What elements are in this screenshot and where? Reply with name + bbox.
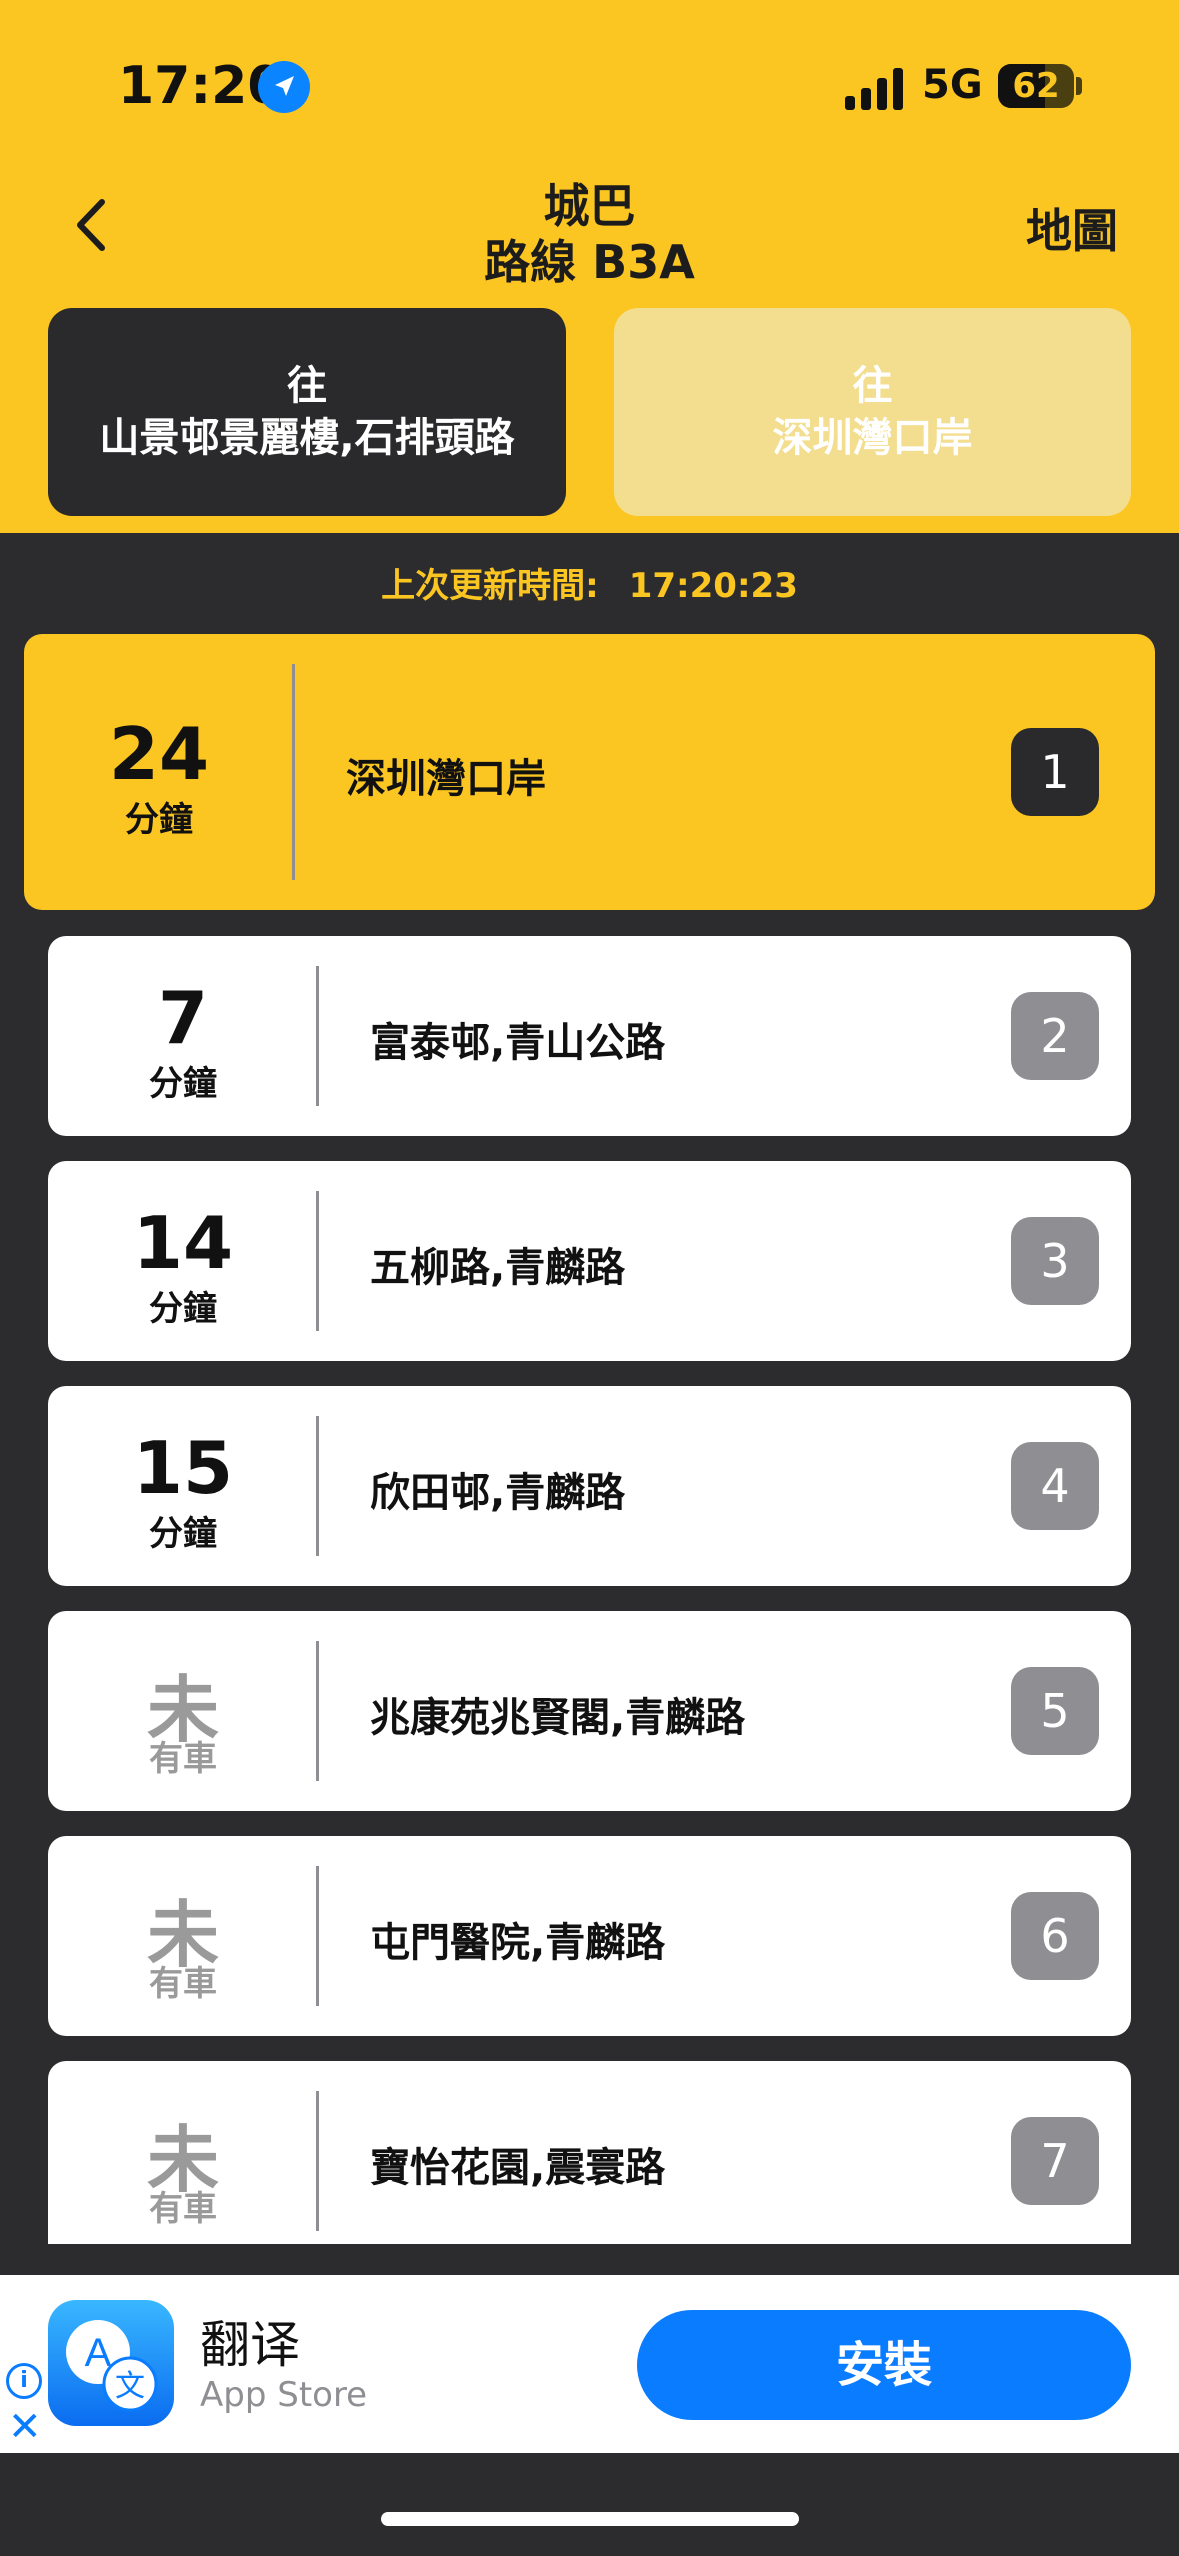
stop-name: 屯門醫院,青麟路 <box>370 1920 666 1966</box>
eta-block: 15 分鐘 <box>48 1386 318 1586</box>
eta-minutes: 7 <box>157 976 209 1060</box>
last-updated-time: 17:20:23 <box>628 566 798 606</box>
divider <box>316 1641 319 1781</box>
eta-unit: 分鐘 <box>125 800 193 840</box>
home-indicator[interactable] <box>381 2512 799 2526</box>
stop-name: 富泰邨,青山公路 <box>370 1020 666 1066</box>
ad-close-icon[interactable]: ✕ <box>8 2407 42 2447</box>
divider <box>292 664 295 880</box>
stop-row-7[interactable]: 未 有車 寶怡花園,震寰路 7 <box>48 2061 1131 2244</box>
svg-text:文: 文 <box>115 2369 145 2404</box>
eta-minutes: 15 <box>132 1426 234 1510</box>
divider <box>316 2091 319 2231</box>
stop-sequence-badge: 4 <box>1011 1442 1099 1530</box>
ad-banner[interactable]: A 文 翻译 App Store 安裝 i ✕ <box>0 2275 1179 2453</box>
map-button[interactable]: 地圖 <box>1026 195 1118 261</box>
direction-destination: 深圳灣口岸 <box>772 415 973 461</box>
battery-icon: 62 <box>998 64 1074 108</box>
direction-prefix: 往 <box>852 363 893 409</box>
eta-unit: 分鐘 <box>149 1289 217 1329</box>
last-updated: 上次更新時間: 17:20:23 <box>0 558 1179 607</box>
stop-name: 兆康苑兆賢閣,青麟路 <box>370 1695 746 1741</box>
eta-unit: 有車 <box>149 2189 217 2229</box>
battery-level: 62 <box>1012 66 1060 106</box>
direction-destination: 山景邨景麗樓,石排頭路 <box>99 415 515 461</box>
ad-store-label: App Store <box>200 2375 368 2415</box>
eta-unit: 有車 <box>149 1739 217 1779</box>
translate-app-icon[interactable]: A 文 <box>48 2300 174 2426</box>
eta-block: 24 分鐘 <box>24 634 294 910</box>
stop-sequence-badge: 7 <box>1011 2117 1099 2205</box>
stop-row-2[interactable]: 7 分鐘 富泰邨,青山公路 2 <box>48 936 1131 1136</box>
direction-tab-1[interactable]: 往 山景邨景麗樓,石排頭路 <box>48 308 566 516</box>
direction-prefix: 往 <box>287 363 327 409</box>
eta-unit: 分鐘 <box>149 1514 217 1554</box>
stop-sequence-badge: 6 <box>1011 1892 1099 1980</box>
stop-name: 深圳灣口岸 <box>346 756 546 802</box>
network-type: 5G <box>922 62 983 108</box>
eta-block: 未 有車 <box>48 2061 318 2244</box>
cellular-signal-icon <box>845 64 907 110</box>
stop-name: 寶怡花園,震寰路 <box>370 2145 666 2191</box>
header-area: 17:20 5G 62 城巴 路線 B3A 地圖 往 山景邨景麗樓,石排頭路 往… <box>0 0 1179 533</box>
stop-row-1[interactable]: 24 分鐘 深圳灣口岸 1 <box>24 634 1155 910</box>
stop-name: 五柳路,青麟路 <box>370 1245 626 1291</box>
eta-unit: 分鐘 <box>149 1064 217 1104</box>
stop-row-6[interactable]: 未 有車 屯門醫院,青麟路 6 <box>48 1836 1131 2036</box>
install-button[interactable]: 安裝 <box>637 2310 1131 2420</box>
divider <box>316 1866 319 2006</box>
stop-sequence-badge: 1 <box>1011 728 1099 816</box>
stop-list[interactable]: 24 分鐘 深圳灣口岸 1 7 分鐘 富泰邨,青山公路 2 14 分鐘 五柳路,… <box>0 634 1179 2244</box>
eta-minutes: 24 <box>108 712 210 796</box>
eta-block: 未 有車 <box>48 1836 318 2036</box>
stop-sequence-badge: 3 <box>1011 1217 1099 1305</box>
divider <box>316 1191 319 1331</box>
eta-block: 未 有車 <box>48 1611 318 1811</box>
eta-unit: 有車 <box>149 1964 217 2004</box>
ad-app-name[interactable]: 翻译 <box>200 2305 300 2377</box>
divider <box>316 966 319 1106</box>
stop-row-5[interactable]: 未 有車 兆康苑兆賢閣,青麟路 5 <box>48 1611 1131 1811</box>
ad-info-icon[interactable]: i <box>6 2363 42 2399</box>
eta-minutes: 14 <box>132 1201 234 1285</box>
direction-tab-2[interactable]: 往 深圳灣口岸 <box>614 308 1131 516</box>
location-arrow-icon <box>258 61 310 113</box>
eta-block: 7 分鐘 <box>48 936 318 1136</box>
stop-row-3[interactable]: 14 分鐘 五柳路,青麟路 3 <box>48 1161 1131 1361</box>
last-updated-label: 上次更新時間: <box>381 566 599 606</box>
eta-block: 14 分鐘 <box>48 1161 318 1361</box>
battery-tip <box>1076 77 1082 95</box>
stop-sequence-badge: 5 <box>1011 1667 1099 1755</box>
route-title: 路線 B3A <box>484 235 695 289</box>
stop-row-4[interactable]: 15 分鐘 欣田邨,青麟路 4 <box>48 1386 1131 1586</box>
stop-name: 欣田邨,青麟路 <box>370 1470 626 1516</box>
stop-sequence-badge: 2 <box>1011 992 1099 1080</box>
divider <box>316 1416 319 1556</box>
